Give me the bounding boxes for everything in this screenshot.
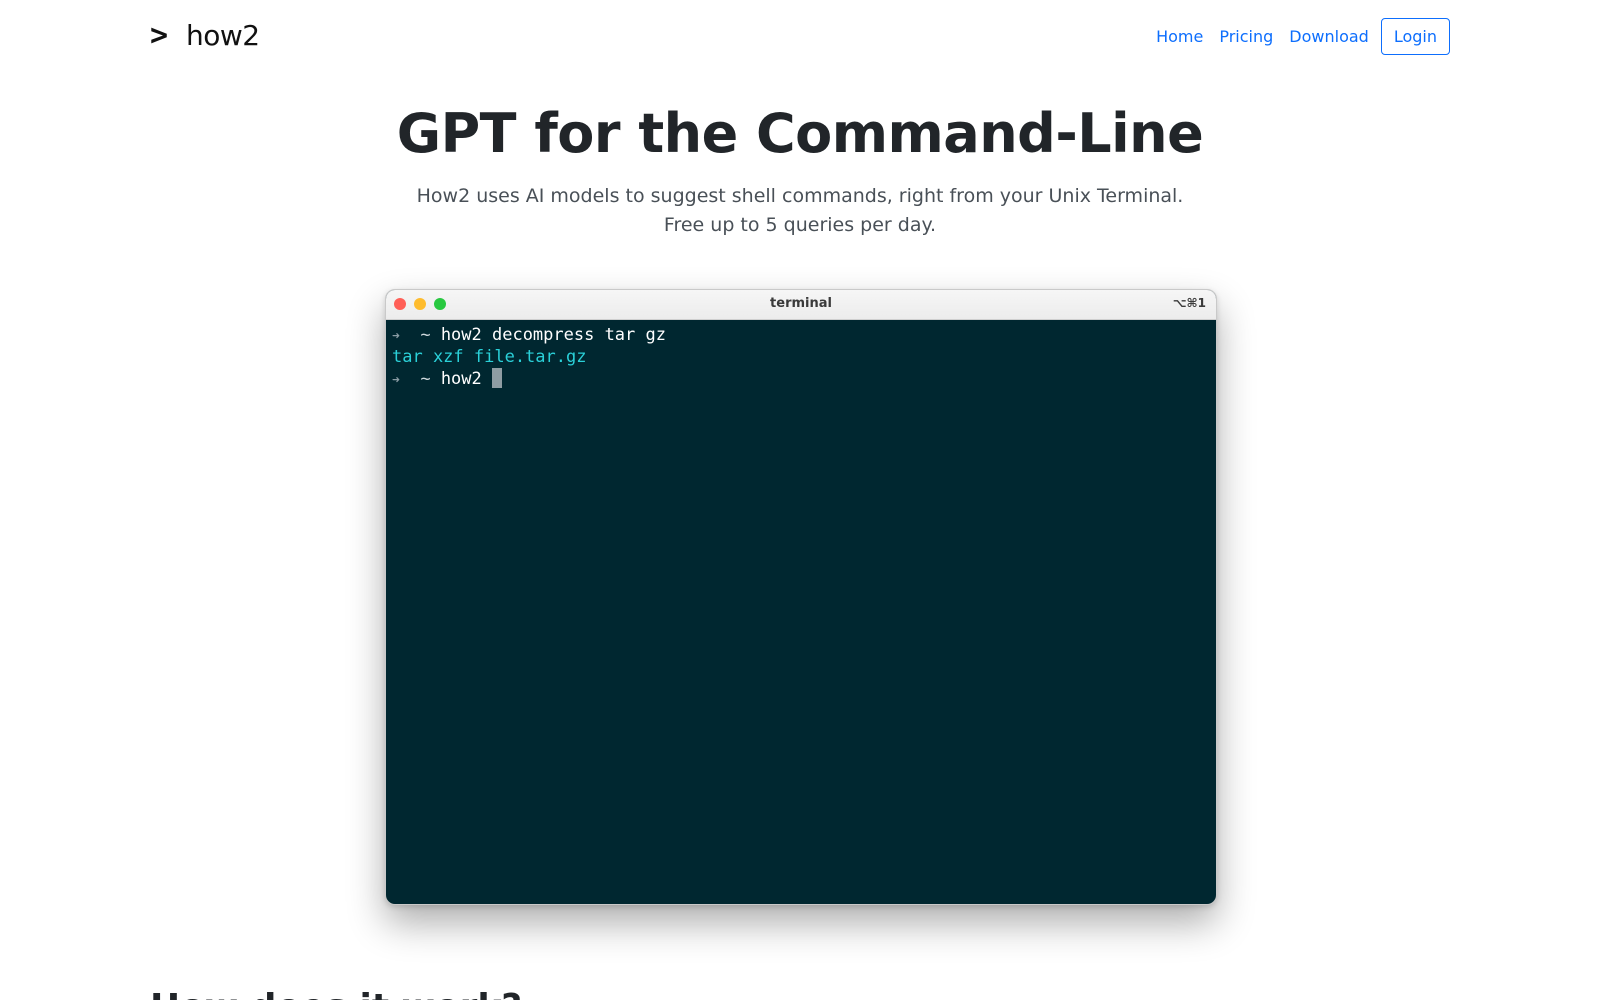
nav-link-download[interactable]: Download <box>1281 19 1377 54</box>
terminal-title: terminal <box>770 296 832 311</box>
terminal-body[interactable]: ➜ ~ how2 decompress tar gz tar xzf file.… <box>386 320 1216 394</box>
nav-links: Home Pricing Download Login <box>1148 17 1450 55</box>
hero-subtitle: How2 uses AI models to suggest shell com… <box>0 182 1600 240</box>
section-heading: How does it work? <box>150 988 522 1000</box>
terminal-shortcut: ⌥⌘1 <box>1172 296 1206 310</box>
hero-subtitle-line-1: How2 uses AI models to suggest shell com… <box>416 185 1184 207</box>
brand-name: how2 <box>186 19 260 52</box>
login-button[interactable]: Login <box>1380 17 1450 55</box>
nav-link-home[interactable]: Home <box>1148 19 1211 54</box>
nav-link-pricing[interactable]: Pricing <box>1211 19 1281 54</box>
terminal-output-line: tar xzf file.tar.gz <box>392 347 587 367</box>
prompt-arrow-icon: ➜ <box>392 329 400 344</box>
brand-logo[interactable]: > how2 <box>150 21 260 51</box>
terminal-titlebar: terminal ⌥⌘1 <box>386 290 1216 320</box>
terminal-cursor <box>492 368 503 388</box>
terminal-command: how2 <box>440 369 482 389</box>
terminal-command-line: ➜ ~ how2 <box>392 368 1210 390</box>
terminal-window: terminal ⌥⌘1 ➜ ~ how2 decompress tar gz … <box>385 289 1217 905</box>
prompt-directory: ~ <box>420 369 431 389</box>
page: > how2 Home Pricing Download Login GPT f… <box>0 0 1600 1000</box>
prompt-arrow-icon: ➜ <box>392 373 400 388</box>
prompt-directory: ~ <box>420 325 431 345</box>
terminal-prompt-icon: > <box>150 18 169 53</box>
navbar: > how2 Home Pricing Download Login <box>150 16 1450 56</box>
hero-subtitle-line-2: Free up to 5 queries per day. <box>663 214 937 236</box>
hero-title: GPT for the Command-Line <box>396 102 1204 165</box>
terminal-command-line: ➜ ~ how2 decompress tar gz <box>392 324 1210 346</box>
terminal-command: how2 decompress tar gz <box>440 325 666 345</box>
